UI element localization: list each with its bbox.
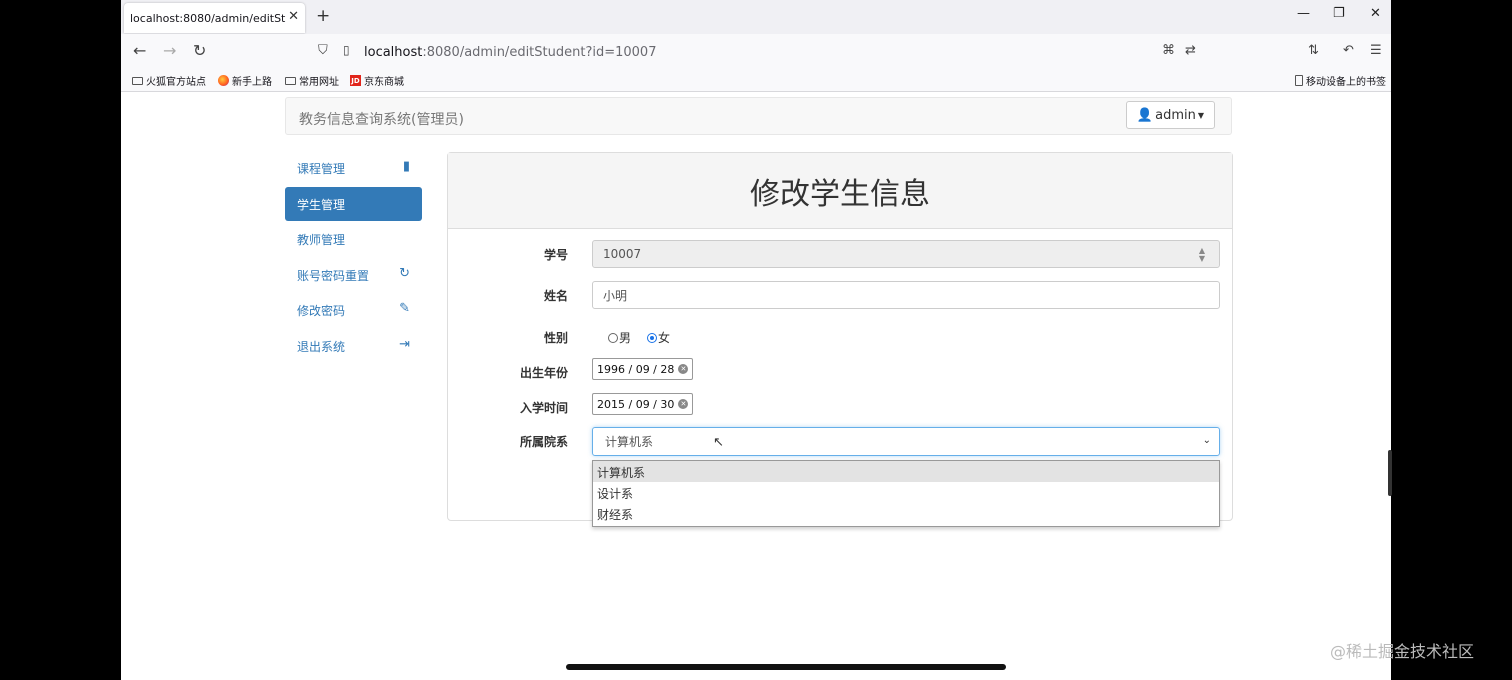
caret-down-icon: ▼ xyxy=(1197,110,1204,120)
undo-icon[interactable]: ↶ xyxy=(1343,43,1354,58)
jd-icon: JD xyxy=(350,75,361,86)
page-icon: ▯ xyxy=(343,43,350,57)
sidebar-item-change-password[interactable]: 修改密码 ✎ xyxy=(285,293,422,327)
user-icon: 👤 xyxy=(1136,107,1154,123)
gender-female-radio[interactable]: 女 xyxy=(647,329,670,346)
new-tab-icon[interactable]: + xyxy=(316,6,330,26)
gender-label: 性别 xyxy=(543,331,568,345)
gender-radio-group: 男 女 xyxy=(608,329,670,346)
college-label: 所属院系 xyxy=(519,435,568,449)
url-host: localhost xyxy=(364,44,423,60)
college-select[interactable]: 计算机系 ⌄ xyxy=(592,427,1220,456)
book-icon: ▮ xyxy=(402,159,410,174)
spinner-icon: ▲ ▼ xyxy=(1198,246,1205,263)
chevron-down-icon: ⌄ xyxy=(1202,435,1211,446)
clear-date-icon[interactable]: ✕ xyxy=(678,364,689,374)
sidebar-item-teacher[interactable]: 教师管理 xyxy=(285,222,422,256)
user-name: admin xyxy=(1155,107,1196,123)
pencil-icon: ✎ xyxy=(399,301,410,316)
bookmark-item[interactable]: JD 京东商城 xyxy=(350,73,404,88)
menu-icon[interactable]: ☰ xyxy=(1370,43,1382,58)
bookmark-item[interactable]: 新手上路 xyxy=(218,73,272,88)
extensions-icon[interactable]: ⇅ xyxy=(1308,43,1319,58)
enroll-date-input[interactable]: 2015 / 09 / 30 ✕ xyxy=(592,393,694,415)
sidebar: 课程管理 ▮ 学生管理 教师管理 账号密码重置 ↻ 修改密码 ✎ 退出系统 ⇥ xyxy=(285,151,422,364)
mouse-cursor-icon: ↖ xyxy=(713,435,724,450)
reload-icon[interactable]: ↻ xyxy=(193,41,206,60)
url-bar[interactable]: localhost:8080/admin/editStudent?id=1000… xyxy=(364,38,1224,66)
folder-icon xyxy=(285,76,296,85)
gender-male-radio[interactable]: 男 xyxy=(608,329,631,346)
birth-label: 出生年份 xyxy=(519,366,568,380)
enroll-label: 入学时间 xyxy=(519,401,568,415)
student-id-label: 学号 xyxy=(543,248,568,262)
mobile-bookmarks[interactable]: 移动设备上的书签 xyxy=(1295,73,1386,88)
close-tab-icon[interactable]: ✕ xyxy=(288,9,299,24)
firefox-icon xyxy=(218,75,229,86)
radio-circle-selected xyxy=(647,332,658,343)
name-row: 姓名 小明 xyxy=(448,281,1234,311)
sidebar-item-logout[interactable]: 退出系统 ⇥ xyxy=(285,329,422,363)
page-content: 教务信息查询系统(管理员) 👤 admin ▼ 课程管理 ▮ 学生管理 教师管理… xyxy=(121,92,1391,680)
close-window-icon[interactable]: ✕ xyxy=(1370,6,1381,21)
forward-icon[interactable]: → xyxy=(163,41,176,60)
bookmark-item[interactable]: 常用网址 xyxy=(285,73,339,88)
clear-date-icon[interactable]: ✕ xyxy=(678,399,689,409)
panel-header: 修改学生信息 xyxy=(448,153,1232,229)
refresh-icon: ↻ xyxy=(399,265,410,281)
name-input[interactable]: 小明 xyxy=(592,281,1220,309)
watermark: @稀土掘金技术社区 xyxy=(1330,642,1475,661)
folder-icon xyxy=(132,76,143,85)
browser-screen: localhost:8080/admin/editStuden ✕ + — ❐ … xyxy=(121,0,1391,680)
tab-strip: localhost:8080/admin/editStuden ✕ + — ❐ … xyxy=(121,0,1391,34)
sidebar-item-student[interactable]: 学生管理 xyxy=(285,186,422,221)
dropdown-option[interactable]: 设计系 xyxy=(593,482,1219,503)
sidebar-item-course[interactable]: 课程管理 ▮ xyxy=(285,151,422,185)
page-title: 修改学生信息 xyxy=(750,176,930,212)
home-indicator xyxy=(566,664,1006,670)
back-icon[interactable]: ← xyxy=(133,41,146,60)
radio-circle xyxy=(608,332,618,343)
college-dropdown: 计算机系 设计系 财经系 xyxy=(592,460,1220,527)
enroll-row: 入学时间 2015 / 09 / 30 ✕ xyxy=(448,393,1234,423)
restore-icon[interactable]: ❐ xyxy=(1333,6,1345,21)
dropdown-option[interactable]: 财经系 xyxy=(593,503,1219,524)
nav-bar: ← → ↻ ⛉ ▯ localhost:8080/admin/editStude… xyxy=(121,34,1391,70)
college-row: 所属院系 计算机系 ⌄ ↖ xyxy=(448,427,1234,457)
student-id-input: 10007 ▲ ▼ xyxy=(592,240,1220,268)
dropdown-option[interactable]: 计算机系 xyxy=(593,461,1219,482)
name-label: 姓名 xyxy=(543,289,568,303)
mobile-icon xyxy=(1295,75,1303,86)
birth-row: 出生年份 1996 / 09 / 28 ✕ xyxy=(448,358,1234,388)
birth-date-input[interactable]: 1996 / 09 / 28 ✕ xyxy=(592,358,694,380)
bookmark-item[interactable]: 火狐官方站点 xyxy=(132,73,206,88)
app-brand[interactable]: 教务信息查询系统(管理员) xyxy=(299,109,464,129)
app-navbar: 教务信息查询系统(管理员) 👤 admin ▼ xyxy=(285,97,1232,135)
student-id-row: 学号 10007 ▲ ▼ xyxy=(448,240,1234,270)
url-path: :8080/admin/editStudent?id=10007 xyxy=(422,44,657,60)
browser-tab[interactable]: localhost:8080/admin/editStuden ✕ xyxy=(124,3,305,33)
gender-row: 性别 男 女 xyxy=(448,323,1234,353)
logout-icon: ⇥ xyxy=(399,336,410,352)
user-menu-button[interactable]: 👤 admin ▼ xyxy=(1125,101,1215,129)
device-side-button xyxy=(1388,450,1392,496)
minimize-icon[interactable]: — xyxy=(1297,6,1310,21)
translate-icon[interactable]: ⌘ xyxy=(1162,43,1175,58)
bookmarks-bar: 火狐官方站点 新手上路 常用网址 JD 京东商城 移动设备上的书签 xyxy=(121,70,1391,92)
tab-title: localhost:8080/admin/editStuden xyxy=(130,11,286,25)
reader-icon[interactable]: ⇄ xyxy=(1185,43,1196,58)
sidebar-item-reset-password[interactable]: 账号密码重置 ↻ xyxy=(285,258,422,292)
shield-icon[interactable]: ⛉ xyxy=(318,43,328,58)
